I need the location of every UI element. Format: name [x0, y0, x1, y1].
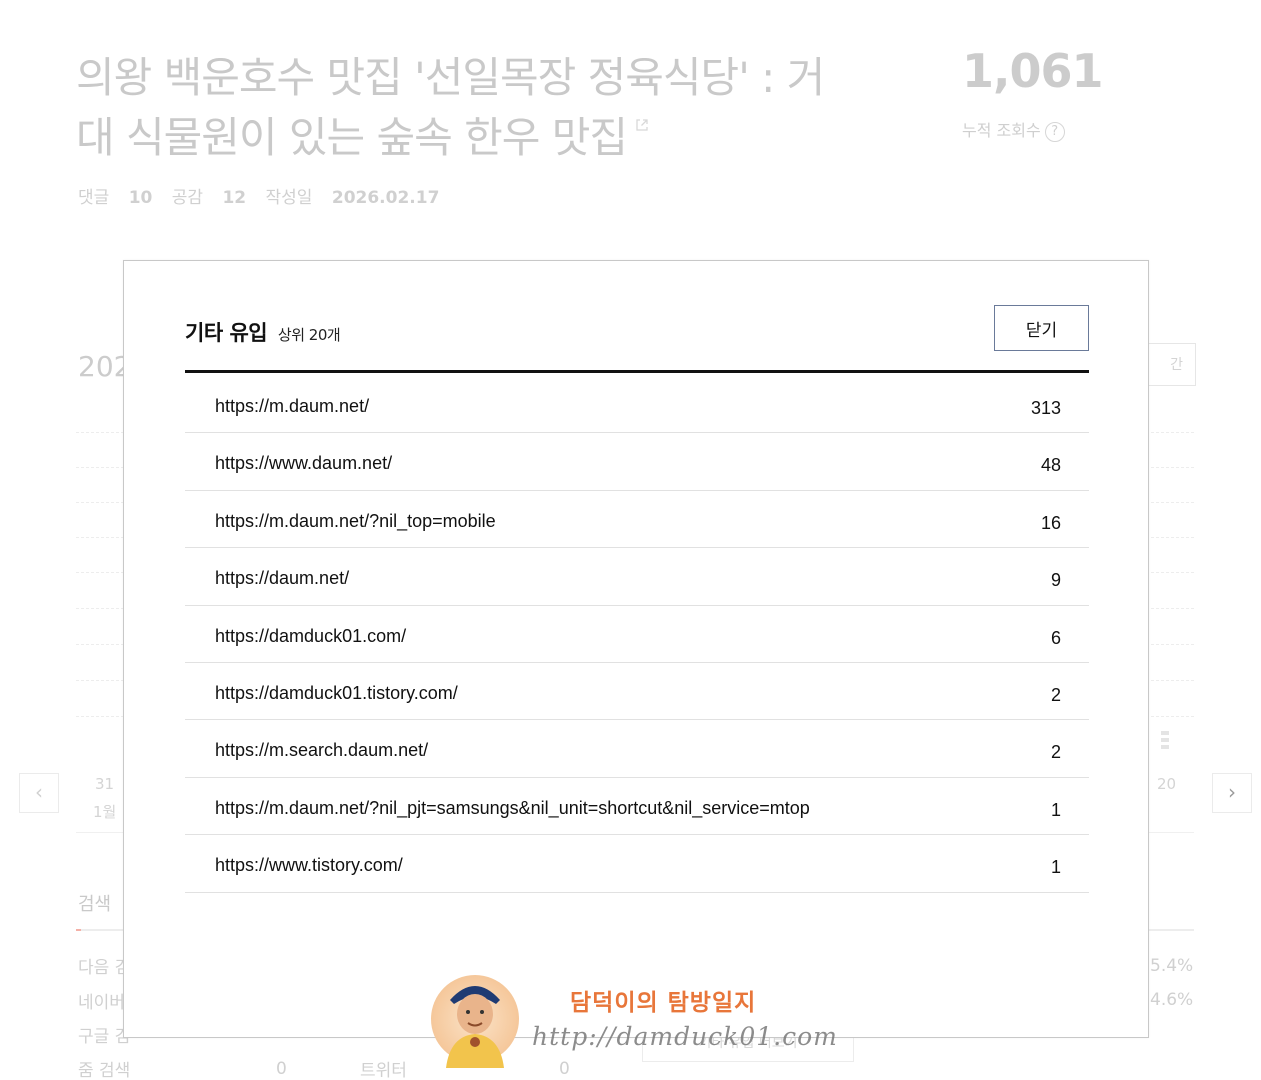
referrer-url[interactable]: https://www.daum.net/ — [215, 453, 392, 474]
modal-subtitle: 상위 20개 — [277, 326, 341, 344]
likes-stat: 공감 12 — [172, 188, 246, 208]
axis-day-label: 31 — [95, 775, 115, 793]
post-date: 2026.02.17 — [331, 188, 440, 208]
date-label: 작성일 — [265, 188, 313, 208]
referrer-list: https://m.daum.net/ 313 https://www.daum… — [185, 376, 1089, 893]
search-section-title: 검색 — [78, 894, 112, 915]
social-source-label: 트위터 — [360, 1061, 407, 1080]
watermark-avatar-icon — [431, 975, 519, 1068]
views-label: 누적 조회수 — [962, 121, 1041, 140]
help-icon[interactable]: ? — [1044, 121, 1065, 142]
referrer-count: 313 — [1030, 398, 1061, 418]
referrer-row: https://damduck01.com/ 6 — [185, 606, 1089, 663]
referrer-count: 16 — [1040, 512, 1061, 533]
social-source-value: 0 — [559, 1059, 570, 1079]
referrer-count: 48 — [1040, 455, 1061, 476]
referrer-url[interactable]: https://m.daum.net/?nil_pjt=samsungs&nil… — [215, 798, 810, 819]
referrer-count: 2 — [1050, 684, 1061, 705]
close-button[interactable]: 닫기 — [994, 305, 1089, 351]
axis-day-label: 20 — [1157, 775, 1177, 793]
referrer-modal: 기타 유입 상위 20개 닫기 https://m.daum.net/ 313 … — [123, 260, 1149, 1038]
likes-count: 12 — [222, 188, 247, 208]
referrer-url[interactable]: https://m.daum.net/ — [215, 396, 369, 417]
chart-next-button[interactable]: › — [1212, 773, 1252, 813]
external-link-icon[interactable] — [635, 118, 649, 132]
likes-label: 공감 — [171, 188, 204, 208]
referrer-url[interactable]: https://damduck01.tistory.com/ — [215, 683, 458, 704]
watermark-name: 담덕이의 탐방일지 — [570, 989, 757, 1016]
modal-title: 기타 유입 상위 20개 — [185, 317, 341, 347]
comments-label: 댓글 — [78, 188, 110, 208]
referrer-url[interactable]: https://m.search.daum.net/ — [215, 740, 428, 761]
comments-stat: 댓글 10 — [78, 188, 152, 208]
referrer-row: https://m.search.daum.net/ 2 — [185, 720, 1089, 778]
referrer-row: https://damduck01.tistory.com/ 2 — [185, 663, 1089, 721]
views-count: 1,061 — [962, 44, 1104, 98]
referrer-url[interactable]: https://www.tistory.com/ — [215, 855, 403, 876]
referrer-url[interactable]: https://m.daum.net/?nil_top=mobile — [215, 511, 496, 532]
chart-bar — [1161, 731, 1169, 751]
referrer-url[interactable]: https://daum.net/ — [215, 568, 349, 589]
referrer-row: https://m.daum.net/?nil_pjt=samsungs&nil… — [185, 778, 1089, 836]
referrer-row: https://m.daum.net/ 313 — [185, 376, 1089, 434]
search-source-label: 네이버 — [78, 993, 125, 1013]
views-label-row: 누적 조회수? — [962, 117, 1065, 142]
referrer-count: 1 — [1050, 857, 1061, 878]
search-source-value: 0 — [276, 1059, 287, 1079]
referrer-row: https://m.daum.net/?nil_top=mobile 16 — [185, 491, 1089, 549]
comments-count: 10 — [128, 188, 153, 208]
search-source-pct: 5.4% — [1150, 956, 1194, 976]
axis-month-label: 1월 — [93, 803, 117, 821]
search-source-pct: 4.6% — [1150, 990, 1194, 1010]
referrer-row: https://www.tistory.com/ 1 — [185, 835, 1089, 893]
referrer-row: https://www.daum.net/ 48 — [185, 433, 1089, 491]
referrer-count: 2 — [1050, 742, 1061, 763]
referrer-url[interactable]: https://damduck01.com/ — [215, 626, 406, 647]
referrer-count: 1 — [1050, 799, 1061, 820]
post-title: 의왕 백운호수 맛집 '선일목장 정육식당' : 거대 식물원이 있는 숲속 한… — [76, 48, 836, 168]
referrer-count: 9 — [1050, 570, 1061, 591]
referrer-row: https://daum.net/ 9 — [185, 548, 1089, 606]
referrer-count: 6 — [1050, 627, 1061, 648]
date-stat: 작성일 2026.02.17 — [266, 188, 440, 208]
chart-prev-button[interactable]: ‹ — [19, 773, 59, 813]
post-title-text: 의왕 백운호수 맛집 '선일목장 정육식당' : 거대 식물원이 있는 숲속 한… — [76, 53, 825, 162]
modal-title-text: 기타 유입 — [185, 321, 268, 345]
post-meta: 댓글 10 공감 12 작성일 2026.02.17 — [78, 183, 453, 208]
watermark-url: http://damduck01.com — [532, 1022, 838, 1051]
search-source-label: 줌 검색 — [78, 1061, 131, 1080]
modal-header: 기타 유입 상위 20개 닫기 — [185, 305, 1089, 373]
